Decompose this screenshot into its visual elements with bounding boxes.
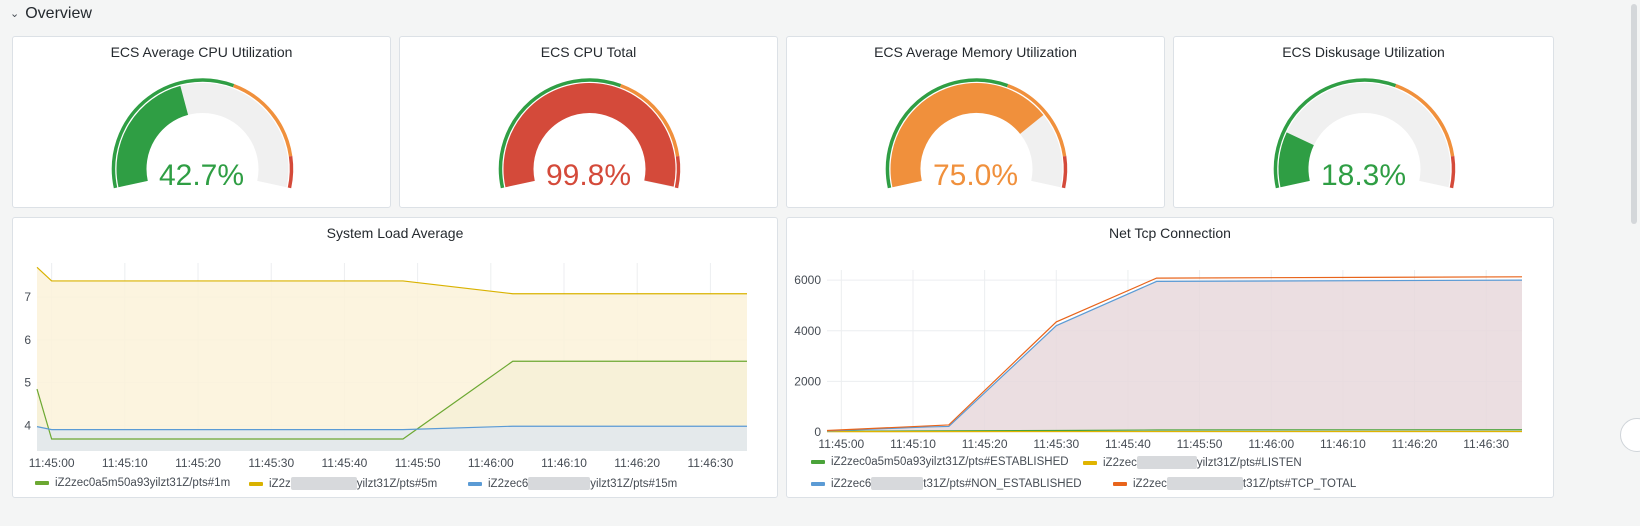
series-area [37, 267, 747, 451]
x-tick-label: 11:46:10 [1320, 437, 1366, 451]
y-tick-label: 0 [814, 425, 821, 439]
x-tick-label: 11:45:50 [1177, 437, 1223, 451]
gauge-value: 18.3% [1320, 159, 1407, 192]
row-title: Overview [25, 5, 92, 22]
x-tick-label: 11:45:50 [395, 456, 441, 470]
legend-label-start: iZ2zec6 [488, 477, 529, 490]
y-tick-label: 4000 [794, 324, 821, 338]
x-tick-label: 11:45:20 [175, 456, 221, 470]
legend-label-end: t31Z/pts#NON_ESTABLISHED [923, 477, 1082, 490]
chevron-down-icon: ⌄ [10, 7, 20, 20]
gauge-value: 99.8% [545, 159, 632, 192]
page-scrollbar[interactable] [1631, 4, 1637, 224]
y-tick-label: 6 [24, 333, 31, 347]
series-area [827, 280, 1522, 432]
y-tick-label: 4 [24, 418, 31, 432]
redacted-text [871, 477, 924, 490]
legend-swatch [811, 481, 825, 486]
y-tick-label: 2000 [794, 374, 821, 388]
legend-item-non-established[interactable]: iZ2zec6 t31Z/pts#NON_ESTABLISHED [811, 477, 1082, 490]
x-tick-label: 11:46:30 [687, 456, 733, 470]
gauge-value: 75.0% [932, 159, 1019, 192]
legend-item-listen[interactable]: iZ2zec yilzt31Z/pts#LISTEN [1083, 456, 1302, 469]
legend-item-5m[interactable]: iZ2z yilzt31Z/pts#5m [249, 477, 437, 490]
panel-net-tcp[interactable]: Net Tcp Connection 11:45:00 11:45:10 11:45… [786, 217, 1554, 498]
x-tick-label: 11:46:00 [1248, 437, 1294, 451]
redacted-text [1136, 456, 1197, 469]
legend-item-established[interactable]: iZ2zec0a5m50a93yilzt31Z/pts#ESTABLISHED [811, 456, 1069, 468]
legend-label-end: yilzt31Z/pts#5m [356, 477, 438, 490]
y-tick-label: 6000 [794, 273, 821, 287]
gauge-value: 42.7% [158, 159, 245, 192]
legend-label: iZ2zec0a5m50a93yilzt31Z/pts#ESTABLISHED [831, 456, 1069, 468]
x-tick-label: 11:45:20 [962, 437, 1008, 451]
legend-item-1m[interactable]: iZ2zec0a5m50a93yilzt31Z/pts#1m [35, 477, 230, 489]
row-overview-header[interactable]: ⌄ Overview [10, 2, 92, 26]
gauge-panel-cpu[interactable]: ECS Average CPU Utilization 42.7% [12, 36, 391, 208]
legend-swatch [1083, 460, 1097, 465]
legend-label: iZ2zec0a5m50a93yilzt31Z/pts#1m [55, 477, 231, 489]
x-tick-label: 11:45:10 [102, 456, 148, 470]
gauge-panel-disk[interactable]: ECS Diskusage Utilization 18.3% [1173, 36, 1554, 208]
x-tick-label: 11:45:30 [248, 456, 294, 470]
x-tick-label: 11:45:00 [29, 456, 75, 470]
y-tick-label: 5 [24, 376, 31, 390]
y-tick-label: 7 [24, 290, 31, 304]
legend-swatch [249, 481, 263, 486]
x-tick-label: 11:45:40 [322, 456, 368, 470]
x-tick-label: 11:45:40 [1105, 437, 1151, 451]
legend-label-end: t31Z/pts#TCP_TOTAL [1242, 477, 1357, 490]
panel-system-load[interactable]: System Load Average 11:45:00 11:45:10 11:4… [12, 217, 778, 498]
legend-swatch [35, 481, 49, 485]
x-tick-label: 11:46:20 [1392, 437, 1438, 451]
legend-swatch [468, 481, 482, 486]
x-tick-label: 11:45:00 [818, 437, 864, 451]
legend-swatch [1113, 481, 1127, 486]
legend-label-end: yilzt31Z/pts#LISTEN [1196, 456, 1302, 469]
legend-label-start: iZ2zec6 [831, 477, 872, 490]
side-panel-toggle[interactable] [1620, 418, 1640, 452]
redacted-text [1166, 477, 1243, 490]
legend-swatch [811, 460, 825, 464]
x-tick-label: 11:45:10 [890, 437, 936, 451]
legend-label-end: yilzt31Z/pts#15m [590, 477, 678, 490]
gauge-panel-memory[interactable]: ECS Average Memory Utilization 75.0% [786, 36, 1165, 208]
redacted-text [528, 477, 591, 490]
load-chart: 11:45:00 11:45:10 11:45:20 11:45:30 11:45:40… [24, 263, 747, 470]
x-tick-label: 11:46:10 [541, 456, 587, 470]
x-tick-label: 11:46:00 [468, 456, 514, 470]
legend-label-start: iZ2z [269, 477, 291, 490]
gauge-panel-cpu-total[interactable]: ECS CPU Total 99.8% [399, 36, 778, 208]
redacted-text [290, 477, 357, 490]
legend-label-start: iZ2zec [1133, 477, 1167, 490]
legend-label-start: iZ2zec [1103, 456, 1137, 469]
x-tick-label: 11:45:30 [1033, 437, 1079, 451]
x-tick-label: 11:46:30 [1463, 437, 1509, 451]
x-tick-label: 11:46:20 [614, 456, 660, 470]
legend-item-tcp-total[interactable]: iZ2zec t31Z/pts#TCP_TOTAL [1113, 477, 1356, 490]
legend-item-15m[interactable]: iZ2zec6 yilzt31Z/pts#15m [468, 477, 677, 490]
